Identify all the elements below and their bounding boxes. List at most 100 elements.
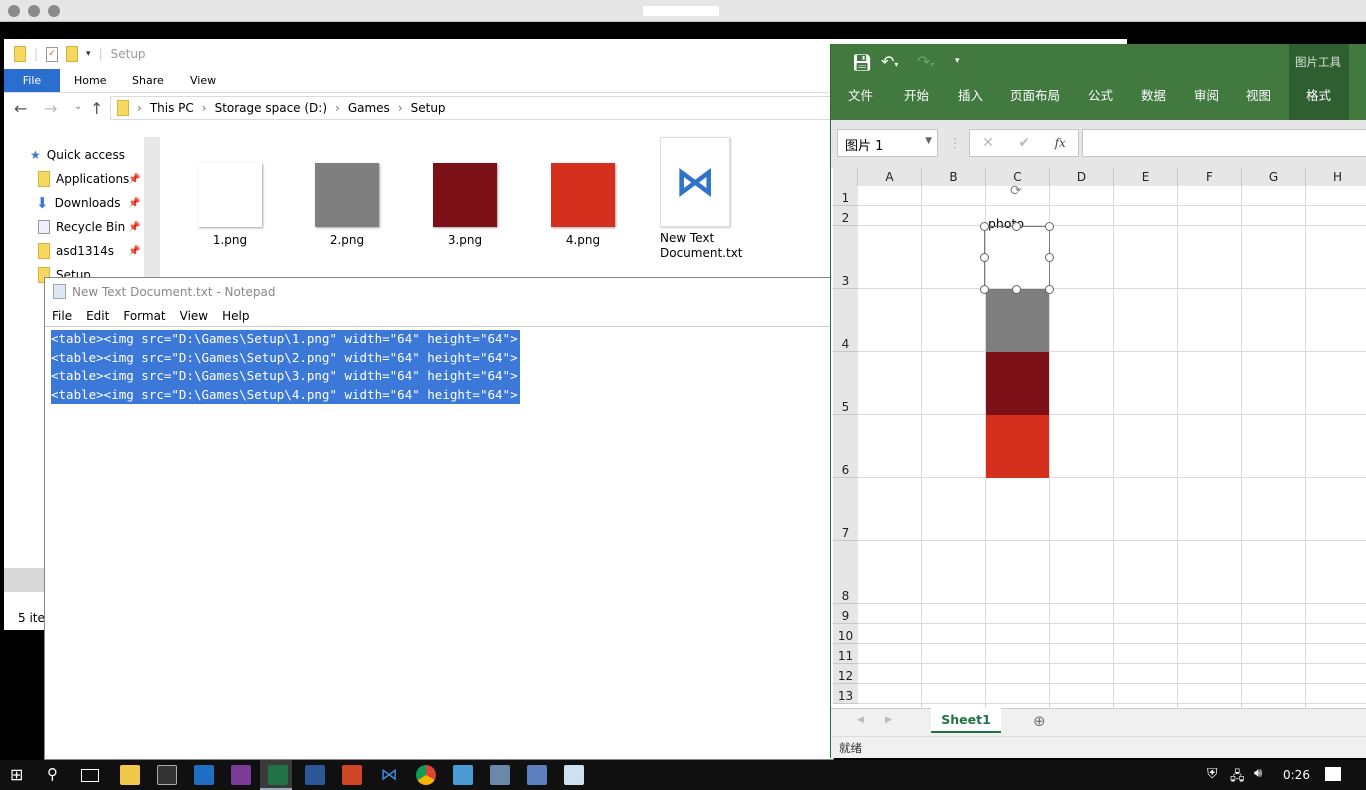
new-sheet-icon[interactable]: ⊕ xyxy=(1033,712,1046,730)
onenote-icon[interactable] xyxy=(231,765,251,785)
command-prompt-icon[interactable] xyxy=(157,765,177,785)
resize-handle[interactable] xyxy=(1045,222,1054,231)
row-header-8[interactable]: 8 xyxy=(833,541,858,604)
tab-view[interactable]: View xyxy=(176,69,230,92)
customize-icon[interactable]: ▾ xyxy=(86,49,91,59)
action-center-icon[interactable] xyxy=(1325,767,1341,781)
defender-icon[interactable]: ⛨ xyxy=(1207,766,1218,782)
network-icon[interactable]: 🖧︎ xyxy=(1230,767,1245,789)
customize-qat-icon[interactable]: ▾ xyxy=(955,56,960,66)
column-header-b[interactable]: B xyxy=(922,168,986,186)
resize-handle[interactable] xyxy=(1045,285,1054,294)
ribbon-tab-view[interactable]: 视图 xyxy=(1246,85,1271,104)
ribbon-tab-data[interactable]: 数据 xyxy=(1141,85,1166,104)
row-header-3[interactable]: 3 xyxy=(833,226,858,289)
minimize-button[interactable] xyxy=(28,5,40,17)
tab-share[interactable]: Share xyxy=(118,69,178,92)
file-4-png[interactable]: 4.png xyxy=(543,163,623,247)
ribbon-tab-page-layout[interactable]: 页面布局 xyxy=(1010,85,1060,104)
file-explorer-icon[interactable] xyxy=(120,765,140,785)
tab-file[interactable]: File xyxy=(4,69,60,92)
chrome-icon[interactable] xyxy=(416,765,436,785)
row-header-2[interactable]: 2 xyxy=(833,206,858,226)
row-header-10[interactable]: 10 xyxy=(833,624,858,644)
formula-bar-input[interactable] xyxy=(1082,129,1366,157)
picture-c6[interactable] xyxy=(986,415,1049,478)
ribbon-tab-formulas[interactable]: 公式 xyxy=(1088,85,1113,104)
menu-file[interactable]: File xyxy=(52,309,72,323)
volume-icon[interactable]: 🔊︎ xyxy=(1254,766,1262,781)
row-header-1[interactable]: 1 xyxy=(833,186,858,206)
column-header-g[interactable]: G xyxy=(1242,168,1306,186)
row-header-5[interactable]: 5 xyxy=(833,352,858,415)
resize-handle[interactable] xyxy=(980,253,989,262)
nav-downloads[interactable]: ⬇ Downloads xyxy=(36,192,120,214)
scroll-right-icon[interactable]: ▶ xyxy=(885,715,892,725)
ribbon-tab-insert[interactable]: 插入 xyxy=(958,85,983,104)
picture-c4[interactable] xyxy=(986,289,1049,352)
enter-icon[interactable]: ✔ xyxy=(1018,135,1030,151)
breadcrumb-drive[interactable]: Storage space (D:) xyxy=(215,101,327,115)
undo-icon[interactable]: ↶▾ xyxy=(881,52,898,71)
file-2-png[interactable]: 2.png xyxy=(307,163,387,247)
nav-applications[interactable]: Applications xyxy=(38,168,129,190)
breadcrumb-this-pc[interactable]: This PC xyxy=(150,101,194,115)
resize-handle[interactable] xyxy=(980,222,989,231)
tool-icon[interactable] xyxy=(527,765,547,785)
file-3-png[interactable]: 3.png xyxy=(425,163,505,247)
pin-icon[interactable]: 📌 xyxy=(128,174,140,185)
pin-icon[interactable]: 📌 xyxy=(128,198,140,209)
back-icon[interactable]: ← xyxy=(14,99,27,118)
row-header-4[interactable]: 4 xyxy=(833,289,858,352)
picture-c5[interactable] xyxy=(986,352,1049,415)
row-header-12[interactable]: 12 xyxy=(833,664,858,684)
recent-chevron-icon[interactable]: ⌄ xyxy=(74,101,82,112)
powerpoint-icon[interactable] xyxy=(342,765,362,785)
save-icon[interactable]: 💾︎ xyxy=(852,53,872,72)
visual-studio-icon[interactable]: ⋈ xyxy=(379,765,399,785)
clock[interactable]: 0:26 xyxy=(1283,768,1310,782)
close-button[interactable] xyxy=(8,5,20,17)
pin-icon[interactable]: 📌 xyxy=(128,246,140,257)
ribbon-tab-file[interactable]: 文件 xyxy=(848,85,873,104)
ribbon-tab-format[interactable]: 格式 xyxy=(1306,85,1331,104)
task-view-icon[interactable] xyxy=(81,769,99,782)
excel-icon[interactable] xyxy=(268,765,288,785)
resize-handle[interactable] xyxy=(1012,222,1021,231)
row-header-13[interactable]: 13 xyxy=(833,684,858,704)
pin-icon[interactable]: 📌 xyxy=(128,222,140,233)
name-box[interactable]: 图片 1 ▼ xyxy=(837,129,938,157)
zoom-button[interactable] xyxy=(48,5,60,17)
cancel-icon[interactable]: ✕ xyxy=(982,135,994,151)
nav-recycle-bin[interactable]: Recycle Bin xyxy=(38,216,125,238)
search-icon[interactable]: ⚲ xyxy=(47,765,58,783)
row-header-7[interactable]: 7 xyxy=(833,478,858,541)
nav-quick-access[interactable]: ★ Quick access xyxy=(30,144,125,166)
notepad-icon[interactable] xyxy=(564,765,584,785)
column-header-d[interactable]: D xyxy=(1050,168,1114,186)
resize-handle[interactable] xyxy=(1045,253,1054,262)
rotate-handle-icon[interactable]: ⟳ xyxy=(1010,183,1022,199)
new-folder-icon[interactable] xyxy=(66,46,79,62)
breadcrumb-setup[interactable]: Setup xyxy=(411,101,446,115)
calculator-icon[interactable] xyxy=(453,765,473,785)
column-header-e[interactable]: E xyxy=(1114,168,1178,186)
word-icon[interactable] xyxy=(305,765,325,785)
remote-desktop-icon[interactable] xyxy=(490,765,510,785)
up-icon[interactable]: ↑ xyxy=(90,99,103,118)
scroll-left-icon[interactable]: ◀ xyxy=(857,715,864,725)
column-header-a[interactable]: A xyxy=(858,168,922,186)
nav-scrollbar[interactable] xyxy=(144,137,160,277)
selected-picture[interactable] xyxy=(984,226,1050,290)
forward-icon[interactable]: → xyxy=(44,99,57,118)
menu-format[interactable]: Format xyxy=(123,309,165,323)
resize-handle[interactable] xyxy=(1012,285,1021,294)
menu-edit[interactable]: Edit xyxy=(86,309,109,323)
start-icon[interactable]: ⊞ xyxy=(10,765,23,784)
menu-help[interactable]: Help xyxy=(222,309,249,323)
notepad-text-area[interactable]: <table><img src="D:\Games\Setup\1.png" w… xyxy=(51,330,520,404)
column-header-h[interactable]: H xyxy=(1306,168,1366,186)
sheet-tab-sheet1[interactable]: Sheet1 xyxy=(931,708,1001,733)
menu-view[interactable]: View xyxy=(180,309,208,323)
row-header-6[interactable]: 6 xyxy=(833,415,858,478)
